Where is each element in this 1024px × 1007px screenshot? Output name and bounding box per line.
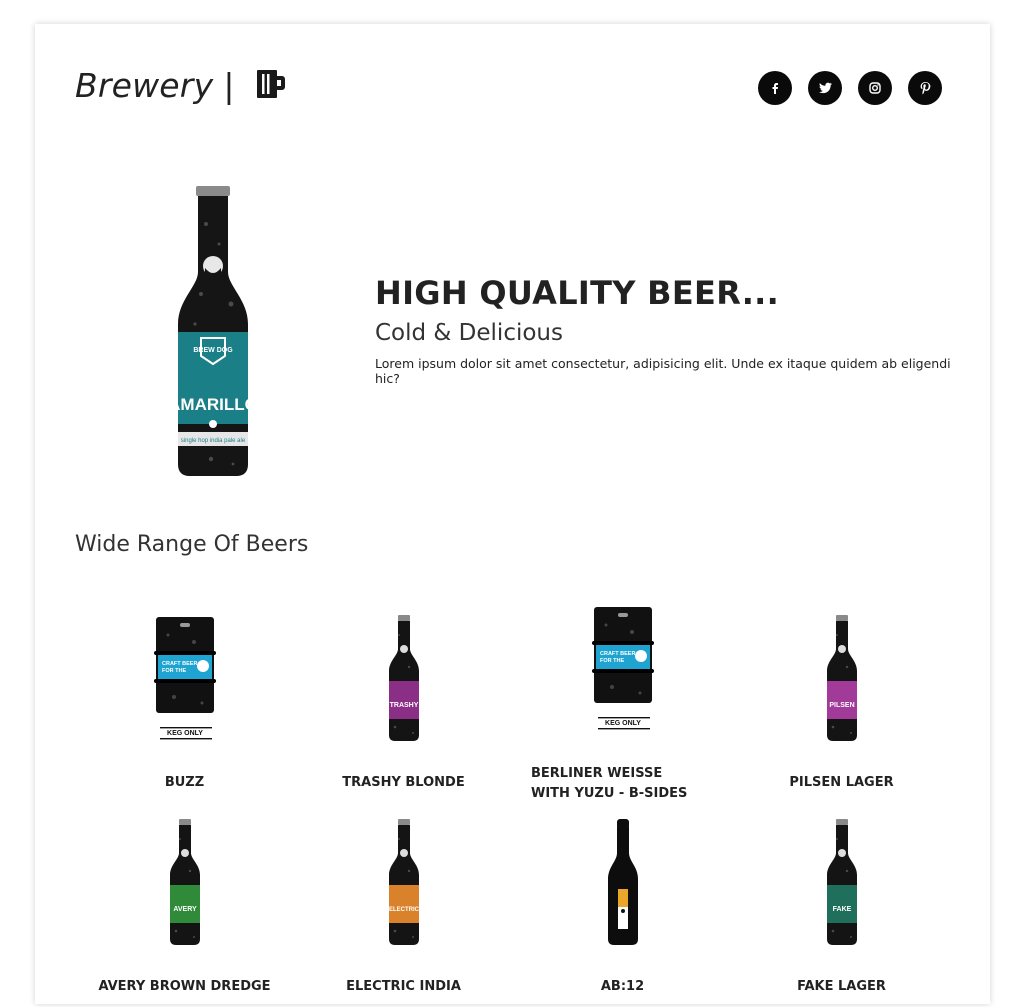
beer-name: ELECTRIC INDIA	[346, 979, 461, 994]
beer-name: BUZZ	[164, 775, 205, 790]
beer-name: FAKE LAGER	[797, 979, 886, 994]
svg-text:AVERY: AVERY	[173, 906, 197, 913]
bottle-image	[513, 819, 732, 947]
brand[interactable]: Brewery |	[75, 66, 286, 105]
bottle-image: ELECTRIC	[294, 819, 513, 947]
bottle-image: FAKE	[732, 819, 951, 947]
hero-body: Lorem ipsum dolor sit amet consectetur, …	[375, 356, 951, 386]
social-links	[758, 71, 942, 105]
brand-name: Brewery	[75, 66, 214, 105]
svg-text:FOR THE: FOR THE	[600, 658, 624, 664]
svg-text:CRAFT BEER: CRAFT BEER	[162, 661, 197, 667]
keg-image: CRAFT BEER FOR THE KEG ONLY	[513, 607, 732, 731]
beer-name: PILSEN LAGER	[789, 775, 894, 790]
brand-separator: |	[223, 66, 235, 105]
pinterest-icon[interactable]	[908, 71, 942, 105]
svg-text:FOR THE: FOR THE	[162, 668, 186, 674]
hero-title: HIGH QUALITY BEER...	[375, 274, 780, 312]
svg-text:ELECTRIC: ELECTRIC	[389, 907, 420, 913]
beer-card[interactable]: AVERY AVERY BROWN DREDGE	[75, 803, 294, 1007]
beer-name: BERLINER WEISSE WITH YUZU - B-SIDES	[531, 766, 688, 801]
beer-card[interactable]: ELECTRIC ELECTRIC INDIA	[294, 803, 513, 1007]
hero-subtitle: Cold & Delicious	[375, 320, 563, 346]
svg-text:PILSEN: PILSEN	[829, 702, 854, 709]
bottle-image: AVERY	[75, 819, 294, 947]
hero-text: HIGH QUALITY BEER... Cold & Delicious Lo…	[375, 274, 955, 386]
page-card: Brewery | BREW DOG AMARILLO single hop i…	[35, 24, 990, 1004]
beer-grid: CRAFT BEER FOR THE KEG ONLY BUZZ TRASHY …	[75, 599, 951, 1007]
twitter-icon[interactable]	[808, 71, 842, 105]
bottle-caption-text: single hop india pale ale	[181, 438, 246, 444]
bottle-label-text: AMARILLO	[171, 395, 255, 414]
beer-name: AVERY BROWN DREDGE	[98, 979, 271, 994]
hero-bottle-image: BREW DOG AMARILLO single hop india pale …	[168, 184, 258, 484]
beer-card[interactable]: AB:12	[513, 803, 732, 1007]
facebook-icon[interactable]	[758, 71, 792, 105]
keg-image: CRAFT BEER FOR THE KEG ONLY	[75, 617, 294, 741]
bottle-image: PILSEN	[732, 615, 951, 743]
section-title: Wide Range Of Beers	[75, 532, 309, 557]
beer-card[interactable]: PILSEN PILSEN LAGER	[732, 599, 951, 803]
bottle-image: TRASHY	[294, 615, 513, 743]
beer-name: AB:12	[600, 979, 645, 994]
beer-card[interactable]: TRASHY TRASHY BLONDE	[294, 599, 513, 803]
svg-text:KEG ONLY: KEG ONLY	[605, 720, 641, 727]
instagram-icon[interactable]	[858, 71, 892, 105]
beer-card[interactable]: CRAFT BEER FOR THE KEG ONLY BUZZ	[75, 599, 294, 803]
beer-mug-icon	[256, 69, 286, 103]
beer-card[interactable]: FAKE FAKE LAGER	[732, 803, 951, 1007]
svg-text:TRASHY: TRASHY	[389, 702, 418, 709]
svg-text:KEG ONLY: KEG ONLY	[167, 730, 203, 737]
svg-text:CRAFT BEER: CRAFT BEER	[600, 651, 635, 657]
beer-card[interactable]: CRAFT BEER FOR THE KEG ONLY BERLINER WEI…	[513, 599, 732, 803]
svg-text:FAKE: FAKE	[832, 906, 851, 913]
bottle-brand-text: BREW DOG	[193, 347, 233, 354]
beer-name: TRASHY BLONDE	[342, 775, 465, 790]
